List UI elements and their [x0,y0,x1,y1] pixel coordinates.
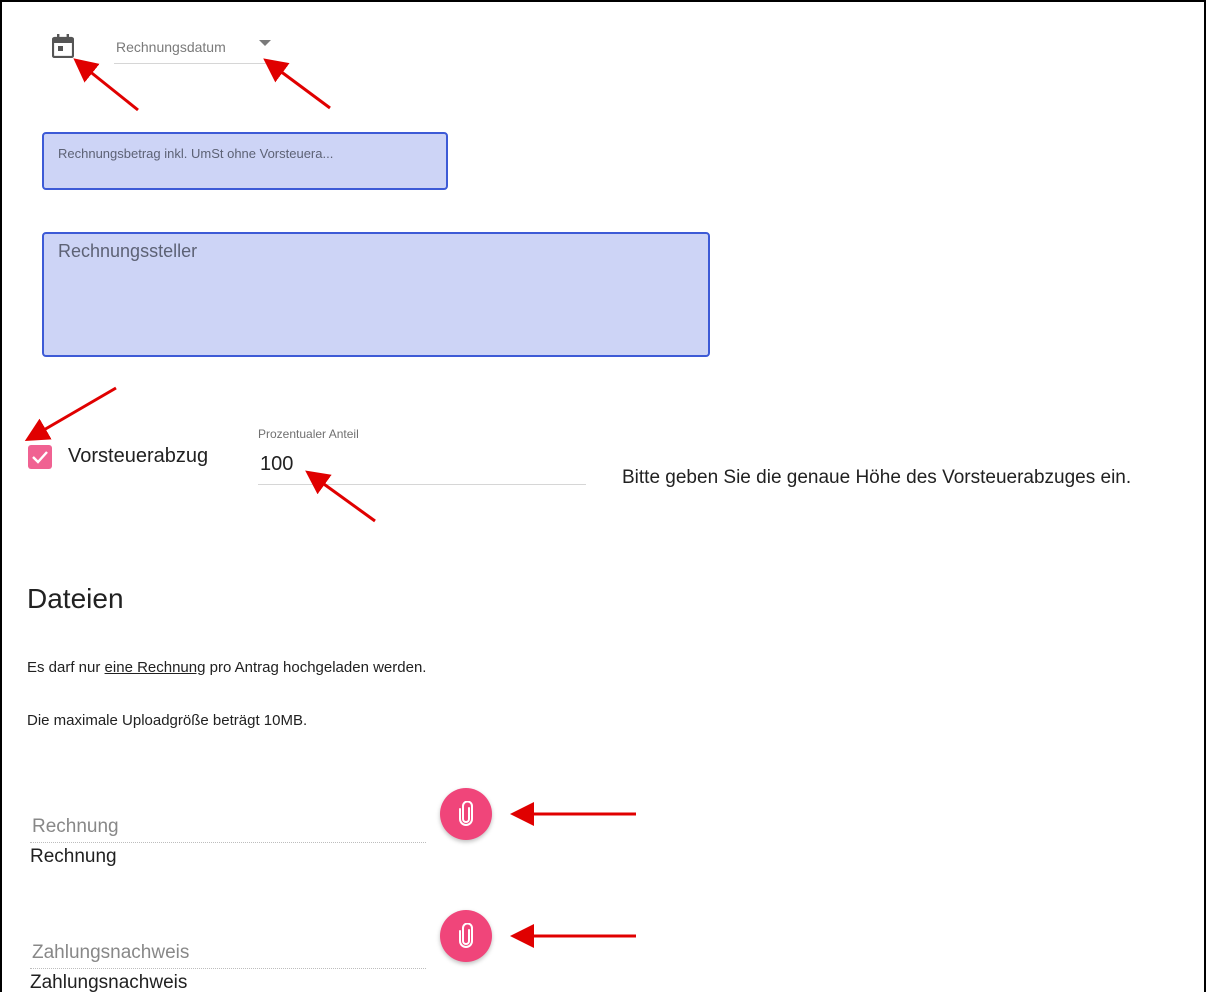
paperclip-icon [459,923,473,948]
payment-proof-upload-value: Zahlungsnachweis [30,972,188,992]
invoice-amount-input[interactable]: Rechnungsbetrag inkl. UmSt ohne Vorsteue… [42,132,448,190]
percentage-value[interactable]: 100 [260,453,293,476]
calendar-icon[interactable] [52,34,74,58]
files-note1-post: pro Antrag hochgeladen werden. [205,659,427,676]
files-note-one-invoice: Es darf nur eine Rechnung pro Antrag hoc… [27,659,426,676]
files-note1-pre: Es darf nur [27,659,105,676]
payment-proof-attach-button[interactable] [440,910,492,962]
percentage-label: Prozentualer Anteil [258,427,359,441]
invoice-issuer-textarea[interactable]: Rechnungssteller [42,232,710,357]
invoice-upload-field[interactable]: Rechnung Rechnung [30,816,428,886]
files-note-max-size: Die maximale Uploadgröße beträgt 10MB. [27,712,308,729]
invoice-date-label: Rechnungsdatum [116,39,226,55]
paperclip-icon [459,801,473,826]
vat-deduction-label[interactable]: Vorsteuerabzug [68,445,208,468]
files-heading: Dateien [27,583,124,614]
payment-proof-upload-hint: Zahlungsnachweis [32,942,190,963]
vat-hint-text: Bitte geben Sie die genaue Höhe des Vors… [622,467,1132,488]
files-note1-link: eine Rechnung [104,659,206,676]
invoice-attach-button[interactable] [440,788,492,840]
invoice-issuer-placeholder: Rechnungssteller [58,241,198,261]
invoice-amount-placeholder: Rechnungsbetrag inkl. UmSt ohne Vorsteue… [58,146,334,161]
percentage-input[interactable]: Prozentualer Anteil 100 [258,423,586,485]
invoice-upload-value: Rechnung [30,846,117,867]
check-icon [32,451,48,464]
invoice-upload-hint: Rechnung [32,816,119,837]
vat-deduction-checkbox[interactable] [28,445,52,469]
invoice-date-select[interactable]: Rechnungsdatum [114,36,271,64]
invoice-upload-underline [30,842,426,843]
payment-proof-upload-underline [30,968,426,969]
dropdown-caret-icon[interactable] [259,40,271,46]
payment-proof-upload-field[interactable]: Zahlungsnachweis Zahlungsnachweis [30,942,428,992]
